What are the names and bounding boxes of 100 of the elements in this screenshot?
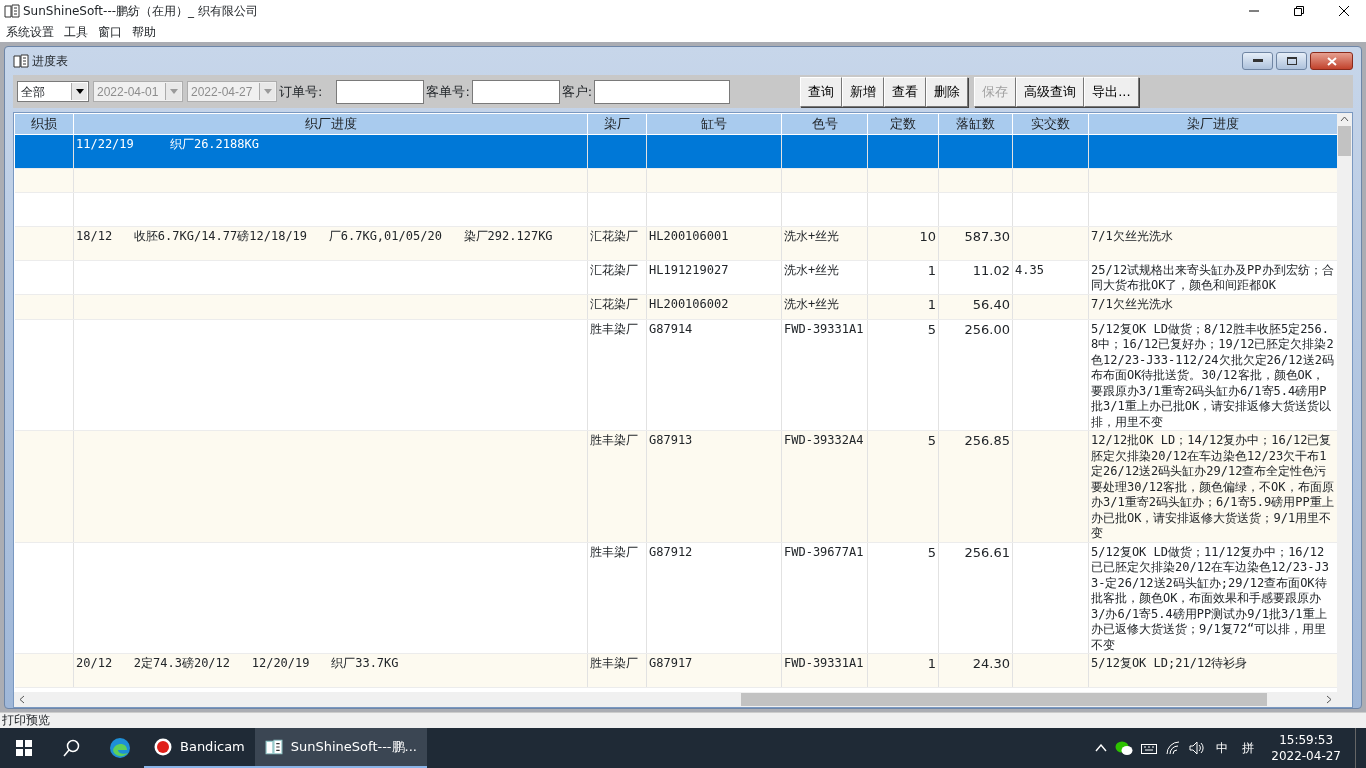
table-cell: 胜丰染厂 <box>590 656 638 670</box>
taskbar-app[interactable]: SunShineSoft---鹏... <box>254 728 427 768</box>
table-cell: 11.02 <box>972 262 1010 278</box>
column-header[interactable]: 织厂进度 <box>73 113 588 134</box>
table-cell: 胜丰染厂 <box>590 544 638 559</box>
table-row[interactable]: 胜丰染厂 G87912 FWD-39677A1 5 256.61 5/12复OK LD做货；11/12复办中；16/12已已胚定欠排染20/12在车边染色12/23-J33-定26/12送2码头缸办;29/12查布面OK待批客批，颜色OK，布面效果和手感要跟原办3/办6/1寄5.4磅用PP测试办9/1批3/1重上办已返修大货送货；9/1复72“可以排，用里不变 <box>14 542 1337 654</box>
table-cell: 10 <box>919 228 936 244</box>
caret-icon <box>263 89 272 94</box>
dropdown[interactable]: 全部 <box>17 81 89 102</box>
caret-icon <box>169 89 178 94</box>
table-row[interactable]: 18/12 收胚6.7KG/14.77磅12/18/19 厂6.7KG,01/05/20 染厂292.127KG 汇花染厂 HL200106001 洗水+丝光 10 587.30 7/1欠丝光洗水 <box>14 226 1337 260</box>
column-header[interactable]: 落缸数 <box>938 113 1013 134</box>
window-title: SunShineSoft---鹏纺（在用）_ 织有限公司 <box>23 3 258 20</box>
table-cell: HL200106002 <box>649 296 729 311</box>
table-cell: 5 <box>927 433 936 448</box>
chat-icon[interactable] <box>1115 740 1134 756</box>
column-header[interactable]: 色号 <box>781 113 868 134</box>
column-header[interactable]: 织损 <box>14 113 74 134</box>
restore-icon <box>1293 6 1304 16</box>
table-cell: 56.40 <box>972 296 1010 312</box>
table-cell: 1 <box>927 296 936 312</box>
table-cell: 5 <box>927 544 936 560</box>
table-cell: 胜丰染厂 <box>590 433 638 447</box>
record-icon <box>154 738 172 756</box>
clock-time[interactable]: 15:59:53 <box>1271 732 1341 748</box>
table-cell: 256.61 <box>964 544 1010 560</box>
table-cell: 1 <box>927 656 936 671</box>
table-cell: 洗水+丝光 <box>784 296 840 311</box>
child-window-title: 进度表 <box>32 53 68 70</box>
table-cell: G87917 <box>649 656 693 670</box>
toolbar-button[interactable]: 查看 <box>884 76 927 107</box>
status-text: 打印预览 <box>2 713 50 727</box>
toolbar-button[interactable]: 查询 <box>800 76 843 107</box>
table-cell: 7/1欠丝光洗水 <box>1091 296 1173 311</box>
column-header[interactable]: 实交数 <box>1012 113 1089 134</box>
table-cell: G87913 <box>649 433 693 447</box>
input-field[interactable] <box>594 79 731 104</box>
table-cell: 5/12复OK LD做货；11/12复办中；16/12已已胚定欠排染20/12在车边染色12/23-J33-定26/12送2码头缸办;29/12查布面OK待批客批，颜色OK，布面效果和手感要跟原办3/办6/1寄5.4磅用PP测试办9/1批3/1重上办已返修大货送货；9/1复72“可以排，用里不变 <box>1091 544 1329 652</box>
vertical-scrollbar[interactable] <box>1337 113 1352 692</box>
close-icon <box>1338 6 1349 16</box>
table-row[interactable]: 汇花染厂 HL191219027 洗水+丝光 1 11.02 4.35 25/12试规格出来寄头缸办及PP办到宏纺；合同大货布批OK了，颜色和间距都OK <box>14 260 1337 294</box>
table-cell: G87912 <box>649 544 693 559</box>
column-header[interactable]: 染厂进度 <box>1088 113 1337 134</box>
wifi-icon[interactable] <box>1165 741 1182 755</box>
chevron-up-icon[interactable] <box>1095 744 1108 752</box>
table-cell: 20/12 2定74.3磅20/12 12/20/19 织厂33.7KG <box>76 656 399 670</box>
table-row[interactable]: 11/22/19 织厂26.2188KG <box>14 134 1337 168</box>
menu-item[interactable]: 帮助 <box>132 23 156 41</box>
table-cell: 胜丰染厂 <box>590 321 638 336</box>
table-cell: 1 <box>927 262 936 278</box>
table-cell: 汇花染厂 <box>590 262 638 277</box>
table-cell: FWD-39331A1 <box>784 656 864 670</box>
table-cell: 256.00 <box>964 321 1010 337</box>
table-row[interactable]: 胜丰染厂 G87914 FWD-39331A1 5 256.00 5/12复OK LD做货；8/12胜丰收胚5定256.8中；16/12已复好办；19/12已胚定欠排染2色12/23-J33-112/24欠批欠定26/12送2码布布面OK待批送货。30/12客批，颜色OK，要跟原办3/1重寄2码头缸办6/1寄5.4磅用P批3/1重上办已批OK，请安排返修大货送货以排，用里不变 <box>14 319 1337 431</box>
table-cell: HL191219027 <box>649 262 729 277</box>
menu-item[interactable]: 窗口 <box>98 23 122 41</box>
menu-item[interactable]: 工具 <box>64 23 88 41</box>
column-header[interactable]: 缸号 <box>646 113 782 134</box>
volume-icon[interactable] <box>1189 741 1206 755</box>
table-row[interactable]: 20/12 2定74.3磅20/12 12/20/19 织厂33.7KG 胜丰染厂 G87917 FWD-39331A1 1 24.30 5/12复OK LD;21/12待衫身 <box>14 653 1337 688</box>
input-mode[interactable]: 拼 <box>1239 739 1258 757</box>
table-row[interactable]: 汇花染厂 HL200106002 洗水+丝光 1 56.40 7/1欠丝光洗水 <box>14 294 1337 319</box>
horizontal-scrollbar[interactable] <box>14 692 1352 707</box>
menu-item[interactable]: 系统设置 <box>6 23 54 41</box>
input-field[interactable] <box>336 79 425 104</box>
table-cell: 12/12批OK LD；14/12复办中；16/12已复胚定欠排染20/12在车边染色12/23欠干布1定26/12送2码头缸办29/12查布全定性色污要处理30/12客批，颜色偏绿，不OK，布面原办3/1重寄2码头缸办；6/1寄5.9磅用PP重上办已批OK，请安排返修大货送货；9/1用里不变 <box>1091 433 1334 540</box>
toolbar-button[interactable]: 删除 <box>926 76 969 107</box>
field-label: 客单号: <box>425 82 471 101</box>
input-field[interactable] <box>471 79 560 104</box>
column-header[interactable]: 定数 <box>867 113 939 134</box>
scroll-up-icon[interactable] <box>1340 116 1349 122</box>
table-cell: 11/22/19 织厂26.2188KG <box>76 136 259 151</box>
table-cell: 18/12 收胚6.7KG/14.77磅12/18/19 厂6.7KG,01/05/20 染厂292.127KG <box>76 228 553 243</box>
scroll-thumb[interactable] <box>1338 126 1351 156</box>
keyboard-icon[interactable] <box>1141 742 1158 754</box>
table-cell: HL200106001 <box>649 228 729 243</box>
scroll-thumb[interactable] <box>741 693 1267 706</box>
minimize-icon <box>1252 59 1263 63</box>
table-cell: 洗水+丝光 <box>784 262 840 277</box>
book-icon <box>13 53 29 69</box>
toolbar-button[interactable]: 新增 <box>842 76 885 107</box>
toolbar-button[interactable]: 高级查询 <box>1016 76 1085 107</box>
field-label: 客户: <box>560 82 594 101</box>
table-cell: 587.30 <box>964 228 1010 244</box>
column-header[interactable]: 染厂 <box>587 113 647 134</box>
table-cell: 24.30 <box>972 656 1010 671</box>
table-cell: FWD-39331A1 <box>784 321 864 336</box>
table-cell: 汇花染厂 <box>590 296 638 311</box>
close-button[interactable] <box>1310 52 1353 70</box>
minimize-button[interactable] <box>1242 52 1273 70</box>
taskbar-app[interactable]: Bandicam <box>144 728 255 768</box>
table-cell: 7/1欠丝光洗水 <box>1091 228 1173 243</box>
table-row[interactable]: 胜丰染厂 G87913 FWD-39332A4 5 256.85 12/12批OK LD；14/12复办中；16/12已复胚定欠排染20/12在车边染色12/23欠干布1定26/12送2码头缸办29/12查布全定性色污要处理30/12客批，颜色偏绿，不OK，布面原办3/1重寄2码头缸办；6/1寄5.9磅用PP重上办已批OK，请安排返修大货送货；9/1用里不变 <box>14 430 1337 542</box>
field-label: 订单号: <box>278 82 324 101</box>
clock-date[interactable]: 2022-04-27 <box>1271 748 1341 764</box>
input-method[interactable]: 中 <box>1213 739 1232 757</box>
restore-button[interactable] <box>1276 52 1307 70</box>
toolbar-button[interactable]: 导出... <box>1084 76 1139 107</box>
table-cell: 256.85 <box>964 433 1010 448</box>
table-cell: 4.35 <box>1015 262 1044 277</box>
